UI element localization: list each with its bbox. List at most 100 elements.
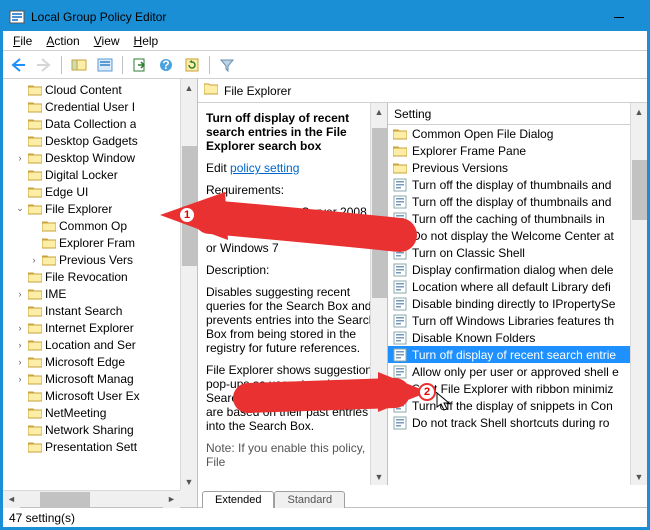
list-item[interactable]: Do not track Shell shortcuts during ro bbox=[388, 414, 630, 431]
tab-extended[interactable]: Extended bbox=[202, 491, 274, 508]
tree-hscrollbar[interactable]: ◄ ► bbox=[3, 490, 180, 507]
expand-icon[interactable]: › bbox=[13, 340, 27, 350]
list-item[interactable]: Do not display the Welcome Center at bbox=[388, 227, 630, 244]
description-1: Disables suggesting recent queries for t… bbox=[206, 285, 379, 355]
list-item[interactable]: Turn off the caching of thumbnails in bbox=[388, 210, 630, 227]
tree-item-label: Network Sharing bbox=[43, 423, 134, 437]
svg-text:?: ? bbox=[162, 58, 169, 72]
tree-item[interactable]: ›Internet Explorer bbox=[5, 319, 197, 336]
folder-icon bbox=[27, 389, 43, 403]
tree-item[interactable]: NetMeeting bbox=[5, 404, 197, 421]
collapse-icon[interactable]: ⌄ bbox=[13, 203, 27, 214]
list-item[interactable]: Turn off the display of thumbnails and bbox=[388, 176, 630, 193]
policy-setting-icon bbox=[392, 415, 408, 431]
properties-button[interactable] bbox=[94, 54, 116, 76]
refresh-button[interactable] bbox=[181, 54, 203, 76]
expand-icon[interactable]: › bbox=[13, 153, 27, 163]
menu-action[interactable]: Action bbox=[40, 32, 85, 50]
tree-item[interactable]: Common Op bbox=[5, 217, 197, 234]
list-item[interactable]: Common Open File Dialog bbox=[388, 125, 630, 142]
list-item[interactable]: Turn off the display of thumbnails and bbox=[388, 193, 630, 210]
back-button[interactable] bbox=[7, 54, 29, 76]
list-item-label: Disable Known Folders bbox=[412, 331, 535, 345]
expand-icon[interactable]: › bbox=[13, 289, 27, 299]
tree-item[interactable]: ›Microsoft Manag bbox=[5, 370, 197, 387]
tree-item[interactable]: Desktop Gadgets bbox=[5, 132, 197, 149]
minimize-button[interactable] bbox=[597, 3, 641, 31]
scroll-up-button[interactable]: ▲ bbox=[631, 103, 647, 120]
tree-item[interactable]: ›Desktop Window bbox=[5, 149, 197, 166]
title-bar[interactable]: Local Group Policy Editor bbox=[3, 3, 647, 31]
show-hide-tree-button[interactable] bbox=[68, 54, 90, 76]
scroll-down-button[interactable]: ▼ bbox=[631, 468, 647, 485]
tree-item[interactable]: Cloud Content bbox=[5, 81, 197, 98]
folder-icon bbox=[27, 321, 43, 335]
list-item[interactable]: Disable binding directly to IPropertySe bbox=[388, 295, 630, 312]
detail-vscrollbar[interactable]: ▲ ▼ bbox=[370, 103, 387, 485]
help-button[interactable]: ? bbox=[155, 54, 177, 76]
right-pane-title: File Explorer bbox=[224, 84, 291, 98]
export-button[interactable] bbox=[129, 54, 151, 76]
description-2: File Explorer shows suggestion pop-ups a… bbox=[206, 363, 379, 433]
list-vscrollbar[interactable]: ▲ ▼ bbox=[630, 103, 647, 485]
scroll-down-button[interactable]: ▼ bbox=[181, 473, 197, 490]
tree-item[interactable]: Network Sharing bbox=[5, 421, 197, 438]
policy-setting-icon bbox=[392, 330, 408, 346]
list-item[interactable]: Turn off Windows Libraries features th bbox=[388, 312, 630, 329]
list-item[interactable]: Previous Versions bbox=[388, 159, 630, 176]
scroll-left-button[interactable]: ◄ bbox=[3, 491, 20, 508]
list-item[interactable]: Start File Explorer with ribbon minimiz bbox=[388, 380, 630, 397]
tree-vscrollbar[interactable]: ▲ ▼ bbox=[180, 79, 197, 490]
folder-icon bbox=[27, 287, 43, 301]
list-item[interactable]: Turn off display of recent search entrie bbox=[388, 346, 630, 363]
tree-item[interactable]: › Location and Ser bbox=[5, 336, 197, 353]
forward-button[interactable] bbox=[33, 54, 55, 76]
filter-button[interactable] bbox=[216, 54, 238, 76]
settings-list[interactable]: Setting Common Open File DialogExplorer … bbox=[388, 103, 630, 485]
folder-icon bbox=[27, 83, 43, 97]
tree-item[interactable]: ›Microsoft Edge bbox=[5, 353, 197, 370]
expand-icon[interactable]: › bbox=[13, 374, 27, 384]
menu-view[interactable]: View bbox=[88, 32, 126, 50]
tree-item-label: Location and Ser bbox=[43, 338, 136, 352]
list-item[interactable]: Location where all default Library defi bbox=[388, 278, 630, 295]
list-item[interactable]: Allow only per user or approved shell e bbox=[388, 363, 630, 380]
tree-scroll[interactable]: Cloud ContentCredential User IData Colle… bbox=[3, 79, 197, 490]
tree-item[interactable]: ⌄File Explorer bbox=[5, 200, 197, 217]
list-item[interactable]: Display confirmation dialog when dele bbox=[388, 261, 630, 278]
tree-item[interactable]: Presentation Sett bbox=[5, 438, 197, 455]
tree-item[interactable]: Data Collection a bbox=[5, 115, 197, 132]
tree-item[interactable]: Microsoft User Ex bbox=[5, 387, 197, 404]
list-item[interactable]: Explorer Frame Pane bbox=[388, 142, 630, 159]
folder-icon bbox=[41, 236, 57, 250]
right-pane-header: File Explorer bbox=[198, 79, 647, 103]
policy-setting-link[interactable]: policy setting bbox=[230, 161, 299, 175]
list-item-label: Turn off the caching of thumbnails in bbox=[412, 212, 605, 226]
tree-item[interactable]: File Revocation bbox=[5, 268, 197, 285]
status-bar: 47 setting(s) bbox=[3, 507, 647, 527]
list-item-label: Start File Explorer with ribbon minimiz bbox=[412, 382, 613, 396]
scroll-down-button[interactable]: ▼ bbox=[371, 468, 387, 485]
expand-icon[interactable]: › bbox=[27, 255, 41, 265]
list-item[interactable]: Disable Known Folders bbox=[388, 329, 630, 346]
scroll-up-button[interactable]: ▲ bbox=[371, 103, 387, 120]
tree-item[interactable]: ›Previous Vers bbox=[5, 251, 197, 268]
tree-item[interactable]: Credential User I bbox=[5, 98, 197, 115]
list-item[interactable]: Turn off the display of snippets in Con bbox=[388, 397, 630, 414]
expand-icon[interactable]: › bbox=[13, 323, 27, 333]
menu-file[interactable]: File bbox=[7, 32, 38, 50]
tree-item[interactable]: ›IME bbox=[5, 285, 197, 302]
tab-standard[interactable]: Standard bbox=[274, 491, 345, 508]
tree-item[interactable]: Digital Locker bbox=[5, 166, 197, 183]
scroll-up-button[interactable]: ▲ bbox=[181, 79, 197, 96]
tree-item[interactable]: Explorer Fram bbox=[5, 234, 197, 251]
tree-item[interactable]: Edge UI bbox=[5, 183, 197, 200]
policy-setting-icon bbox=[392, 279, 408, 295]
list-item[interactable]: Turn on Classic Shell bbox=[388, 244, 630, 261]
scroll-right-button[interactable]: ► bbox=[163, 491, 180, 508]
column-header-setting[interactable]: Setting bbox=[388, 103, 630, 125]
tree-item-label: Cloud Content bbox=[43, 83, 122, 97]
expand-icon[interactable]: › bbox=[13, 357, 27, 367]
menu-help[interactable]: Help bbox=[128, 32, 165, 50]
tree-item[interactable]: Instant Search bbox=[5, 302, 197, 319]
